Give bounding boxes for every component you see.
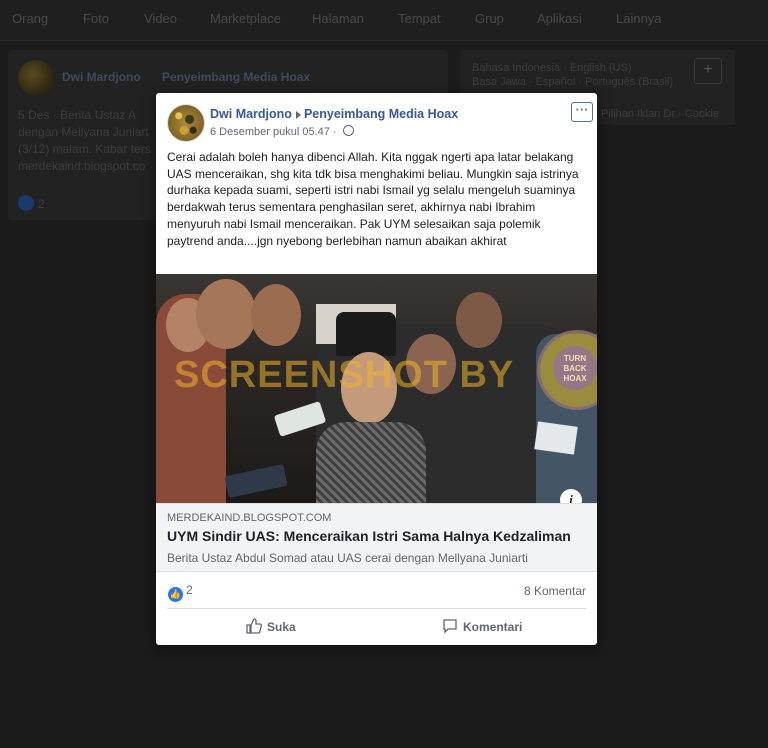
background-group: Penyeimbang Media Hoax — [162, 70, 311, 84]
link-preview[interactable]: MERDEKAIND.BLOGSPOT.COM UYM Sindir UAS: … — [156, 503, 597, 572]
background-languages-1: Bahasa Indonesia · English (US) — [472, 62, 632, 74]
thumbs-up-icon — [246, 618, 262, 634]
post-header: Dwi Mardjono Penyeimbang Media Hoax — [210, 107, 458, 121]
group-name-link[interactable]: Penyeimbang Media Hoax — [304, 107, 458, 121]
nav-item-orang: Orang — [12, 11, 49, 26]
image-face — [456, 292, 502, 348]
like-label: Suka — [267, 620, 296, 634]
comment-button[interactable]: Komentari — [442, 618, 522, 634]
like-reaction-icon: 👍 — [168, 587, 183, 602]
post-timestamp[interactable]: 6 Desember pukul 05.47 · — [210, 126, 337, 138]
like-button[interactable]: Suka — [246, 618, 296, 634]
link-title[interactable]: UYM Sindir UAS: Menceraikan Istri Sama H… — [167, 528, 571, 544]
comment-icon — [443, 619, 457, 634]
nav-item-grup: Grup — [475, 11, 504, 26]
post-meta: 6 Desember pukul 05.47 · — [210, 125, 354, 138]
reaction-summary[interactable]: 👍 2 — [168, 583, 193, 602]
image-phone — [224, 464, 288, 498]
image-cap — [336, 312, 396, 356]
background-snippet-line: (3/12) malam. Kabar ters — [18, 142, 151, 156]
background-languages-2: Basa Jawa · Español · Português (Brasil) — [472, 76, 674, 88]
nav-item-video: Video — [144, 11, 178, 26]
reaction-count: 2 — [186, 583, 193, 597]
background-avatar — [18, 60, 54, 96]
post-modal: Dwi Mardjono Penyeimbang Media Hoax 6 Des… — [156, 93, 597, 645]
background-like-count: 2 — [38, 197, 45, 211]
comment-label: Komentari — [463, 620, 523, 634]
nav-item-halaman: Halaman — [312, 11, 365, 26]
image-face — [196, 279, 256, 349]
image-phone — [534, 421, 578, 455]
link-description: Berita Ustaz Abdul Somad atau UAS cerai … — [167, 551, 528, 565]
watermark-text: SCREENSHOT BY — [174, 354, 515, 396]
background-author: Dwi Mardjono — [62, 70, 141, 84]
background-side-text: Pilihan Iklan Dr · Cookie — [601, 108, 719, 120]
arrow-right-icon — [295, 110, 301, 119]
background-snippet-line: 5 Des · Berita Ustaz A — [18, 108, 137, 122]
image-jacket — [316, 422, 426, 503]
background-navbar: Orang Foto Video Marketplace Halaman Tem… — [0, 0, 768, 41]
globe-icon — [342, 125, 354, 136]
author-name-link[interactable]: Dwi Mardjono — [210, 107, 292, 121]
nav-item-foto: Foto — [83, 11, 110, 26]
seal-text: TURN BACK HOAX — [553, 346, 597, 390]
nav-item-aplikasi: Aplikasi — [537, 11, 582, 26]
nav-item-lainnya: Lainnya — [616, 11, 662, 26]
background-like-icon — [18, 195, 34, 211]
nav-item-marketplace: Marketplace — [210, 11, 281, 26]
more-options-button[interactable]: ··· — [571, 102, 593, 122]
link-domain: MERDEKAIND.BLOGSPOT.COM — [167, 512, 332, 524]
background-snippet-line: dengan Mellyana Juniart — [18, 125, 149, 139]
background-add-language-button: + — [694, 58, 722, 84]
action-divider — [167, 608, 586, 609]
nav-item-tempat: Tempat — [398, 11, 441, 26]
image-face — [251, 284, 301, 346]
background-snippet-line: merdekaind.blogspot.co — [18, 159, 146, 173]
comment-count-link[interactable]: 8 Komentar — [524, 584, 586, 598]
post-text: Cerai adalah boleh hanya dibenci Allah. … — [167, 150, 579, 248]
post-link-image[interactable]: SCREENSHOT BY TURN BACK HOAX i — [156, 274, 597, 503]
author-avatar[interactable] — [167, 104, 205, 142]
